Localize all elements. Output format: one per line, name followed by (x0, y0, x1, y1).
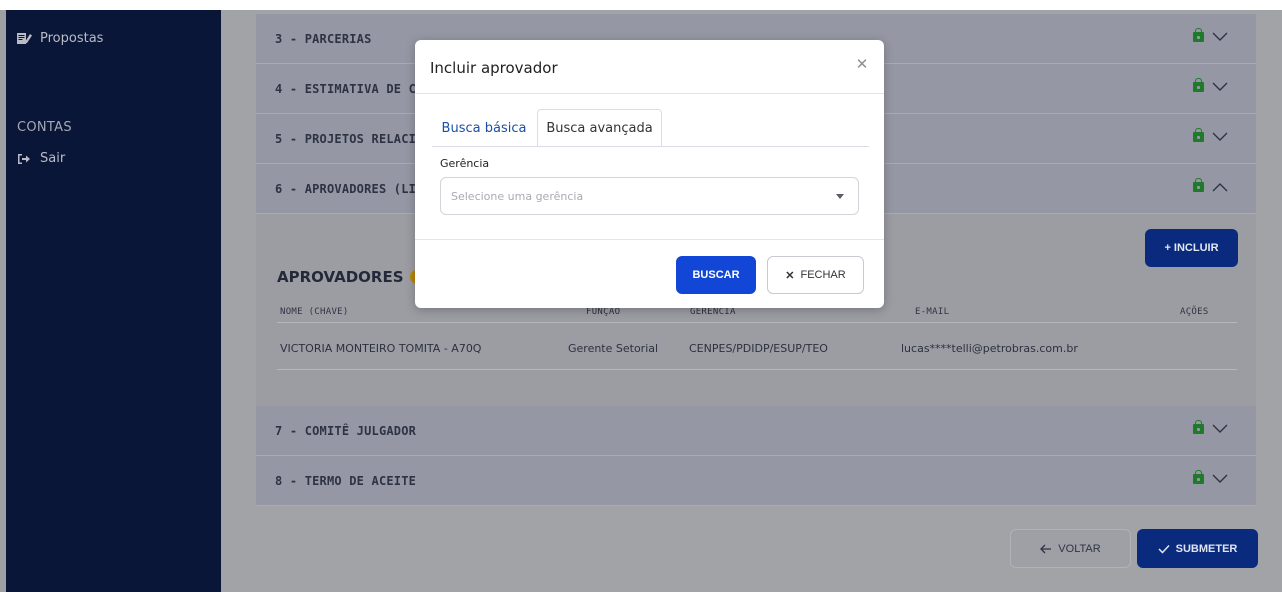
top-border (0, 0, 1282, 10)
tab-busca-avancada[interactable]: Busca avançada (537, 109, 662, 147)
edit-icon (16, 32, 32, 46)
approvers-title: APROVADORES (277, 268, 404, 286)
caret-down-icon (836, 194, 844, 199)
close-icon: ✕ (785, 269, 795, 282)
chevron-down-icon[interactable] (1212, 132, 1228, 142)
include-approver-modal: Incluir aprovador ✕ Busca básica Busca a… (415, 40, 884, 308)
column-header-funcao: FUNÇÃO (586, 307, 621, 317)
modal-header: Incluir aprovador ✕ (415, 40, 884, 94)
sidebar-item-propostas[interactable]: Propostas (16, 31, 103, 46)
section-title: 4 - ESTIMATIVA DE CUS (275, 81, 431, 96)
cell-funcao: Gerente Setorial (568, 342, 659, 355)
column-header-email: E-MAIL (915, 307, 950, 317)
sidebar-section-contas: CONTAS (17, 120, 72, 135)
column-header-nome: NOME (CHAVE) (280, 307, 349, 317)
submit-button[interactable]: SUBMETER (1137, 529, 1258, 568)
section-comite-julgador[interactable]: 7 - COMITÊ JULGADOR (256, 406, 1256, 456)
column-header-acoes: AÇÕES (1180, 307, 1209, 317)
sidebar-item-sair[interactable]: Sair (16, 151, 65, 166)
select-placeholder: Selecione uma gerência (451, 189, 584, 203)
lock-icon (1193, 178, 1204, 192)
sidebar-item-label: Sair (40, 151, 66, 166)
back-button[interactable]: VOLTAR (1010, 529, 1131, 568)
approvers-heading: APROVADORES ! (277, 268, 424, 286)
tab-busca-basica[interactable]: Busca básica (432, 109, 536, 147)
lock-icon (1193, 28, 1204, 42)
modal-footer-divider (415, 239, 884, 240)
close-button-label: FECHAR (800, 269, 846, 281)
sign-out-icon (16, 152, 32, 166)
section-title: 8 - TERMO DE ACEITE (275, 473, 417, 488)
table-header-divider (277, 322, 1237, 323)
modal-title: Incluir aprovador (430, 59, 558, 77)
close-icon[interactable]: ✕ (854, 55, 870, 73)
include-approver-button[interactable]: + INCLUIR (1145, 229, 1238, 267)
section-termo-de-aceite[interactable]: 8 - TERMO DE ACEITE (256, 456, 1256, 506)
chevron-down-icon[interactable] (1212, 424, 1228, 434)
section-title: 6 - APROVADORES (LIM (275, 181, 424, 196)
back-button-label: VOLTAR (1058, 542, 1101, 555)
lock-icon (1193, 128, 1204, 142)
cell-gerencia: CENPES/PDIDP/ESUP/TEO (689, 342, 828, 355)
cell-email: lucas****telli@petrobras.com.br (901, 342, 1078, 355)
table-row-divider (277, 369, 1237, 370)
lock-icon (1193, 470, 1204, 484)
chevron-down-icon[interactable] (1212, 32, 1228, 42)
submit-button-label: SUBMETER (1175, 542, 1238, 555)
lock-icon (1193, 420, 1204, 434)
close-modal-button[interactable]: ✕ FECHAR (767, 256, 864, 294)
search-button[interactable]: BUSCAR (676, 256, 756, 294)
tabs-divider (432, 146, 869, 147)
chevron-down-icon[interactable] (1212, 474, 1228, 484)
cell-nome: VICTORIA MONTEIRO TOMITA - A70Q (280, 342, 482, 355)
section-title: 3 - PARCERIAS (275, 31, 372, 46)
gerencia-label: Gerência (440, 157, 490, 170)
section-title: 5 - PROJETOS RELACIO (275, 131, 424, 146)
chevron-up-icon[interactable] (1212, 182, 1228, 192)
lock-icon (1193, 78, 1204, 92)
check-icon (1158, 544, 1170, 554)
arrow-left-icon (1040, 544, 1052, 553)
sidebar: Propostas CONTAS Sair (6, 10, 221, 592)
section-title: 7 - COMITÊ JULGADOR (275, 423, 417, 438)
sidebar-item-label: Propostas (40, 31, 104, 46)
chevron-down-icon[interactable] (1212, 82, 1228, 92)
column-header-gerencia: GERÊNCIA (690, 307, 736, 317)
gerencia-select[interactable]: Selecione uma gerência (440, 177, 859, 215)
